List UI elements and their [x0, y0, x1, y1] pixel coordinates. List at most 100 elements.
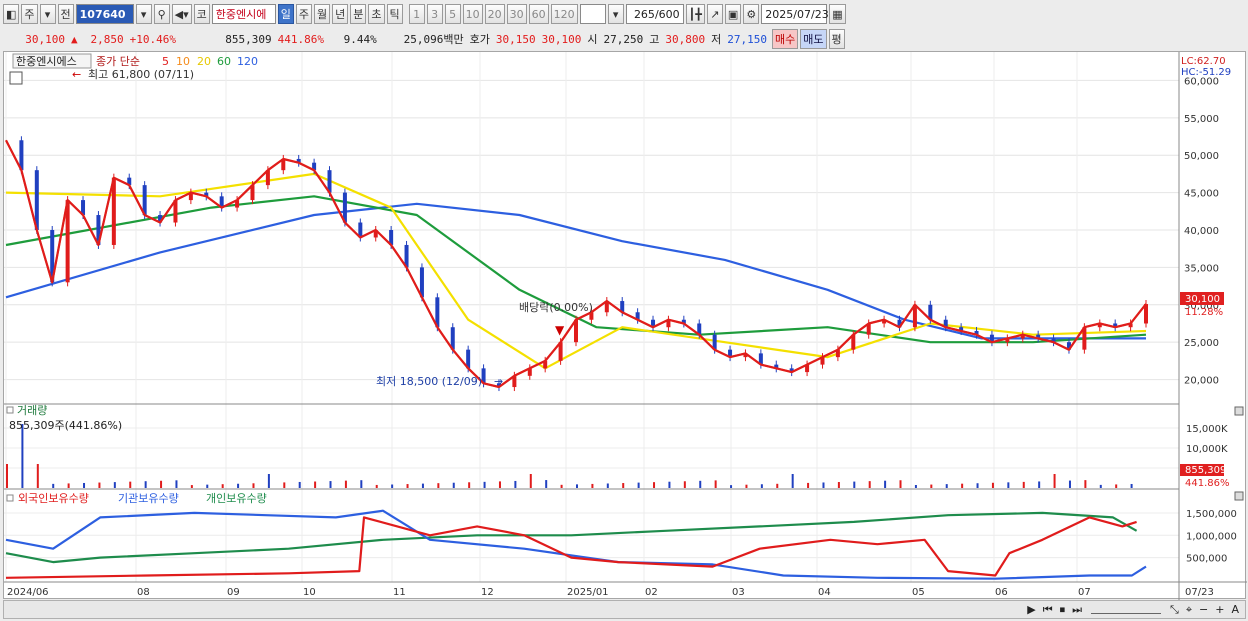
- interval-10[interactable]: 10: [462, 4, 483, 24]
- date-input[interactable]: 2025/07/23: [761, 4, 829, 24]
- holdings-panel: [5, 509, 1147, 580]
- chart-type-icon[interactable]: ◧: [3, 4, 20, 24]
- volume-value: 855,309: [225, 32, 272, 46]
- chart-area[interactable]: 60,000 55,000 50,000 45,000 40,000 35,000 30,0…: [3, 51, 1247, 600]
- calendar-icon[interactable]: ▦: [829, 4, 846, 24]
- period-label: 주: [24, 8, 35, 21]
- volume-bar: [1053, 474, 1056, 488]
- ma60-legend: 60: [217, 55, 231, 68]
- x-axis-labels: 2024/06 08 09 10 11 12 2025/01 02 03 04 05 06 07 07/2…: [7, 587, 1214, 598]
- tab-year[interactable]: 년: [332, 4, 349, 24]
- speaker-icon[interactable]: ◀▾: [171, 4, 192, 24]
- volume-panel-icon[interactable]: [6, 406, 14, 414]
- interval-20[interactable]: 20: [484, 4, 505, 24]
- stock-name-field[interactable]: 한중엔시에: [211, 4, 276, 24]
- tab-second[interactable]: 초: [368, 4, 385, 24]
- table-toggle-icon[interactable]: [9, 71, 23, 85]
- period-select[interactable]: 주: [21, 4, 38, 24]
- auto-scale-icon[interactable]: A: [1229, 603, 1241, 616]
- save-icon[interactable]: ▣: [724, 4, 742, 24]
- volume-bar: [791, 474, 794, 488]
- volume-bar: [730, 485, 733, 488]
- volume-bar: [498, 481, 501, 488]
- high-note: 최고 61,800 (07/11): [88, 68, 194, 81]
- count-field[interactable]: 265/600: [625, 4, 684, 24]
- chart-title: 한중엔시에스: [16, 55, 77, 68]
- search-icon[interactable]: ⚲: [153, 4, 170, 24]
- volume-bar: [360, 480, 363, 488]
- tab-day[interactable]: 일: [277, 4, 294, 24]
- period-tick-label: 틱: [389, 8, 400, 21]
- interval-30[interactable]: 30: [506, 4, 527, 24]
- volume-bar: [545, 480, 548, 488]
- ruler-icon[interactable]: ⌖: [1184, 603, 1194, 617]
- volume-bar: [160, 480, 163, 488]
- prefix-label: 코: [196, 8, 207, 21]
- avg-button[interactable]: 평: [828, 29, 845, 49]
- volume-bar: [529, 474, 532, 488]
- chart-svg[interactable]: 60,00055,00050,00045,00040,00035,00030,0…: [4, 52, 1247, 600]
- stock-name-prefix: 코: [193, 4, 210, 24]
- interval-label: 20: [487, 7, 502, 21]
- zoom-out-icon[interactable]: −: [1197, 603, 1210, 616]
- draw-icon[interactable]: ↗: [706, 4, 723, 24]
- code-dropdown-icon[interactable]: ▾: [135, 4, 152, 24]
- holdings-panel-close-icon[interactable]: [1234, 491, 1244, 501]
- volume-bar: [868, 481, 871, 488]
- gear-icon[interactable]: ⚙: [743, 4, 760, 24]
- open-price: 27,250: [603, 32, 644, 46]
- volume-bar: [714, 480, 717, 488]
- tab-minute[interactable]: 분: [350, 4, 367, 24]
- holdings-panel-icon[interactable]: [6, 494, 14, 502]
- ma5-legend: 5: [162, 55, 169, 68]
- y-tick-label: 20,000: [1184, 376, 1219, 387]
- stop-icon[interactable]: ⏹: [1058, 603, 1068, 617]
- play-icon[interactable]: ▶: [1025, 603, 1037, 616]
- interval-label: 10: [465, 7, 480, 21]
- volume-bar: [576, 484, 578, 488]
- last-icon[interactable]: ⏭: [1070, 603, 1084, 617]
- individual-legend: 개인보유수량: [206, 492, 267, 505]
- volume-bar: [822, 482, 825, 488]
- interval-120[interactable]: 120: [550, 4, 578, 24]
- interval-dropdown-icon[interactable]: ▾: [607, 4, 624, 24]
- first-icon[interactable]: ⏮: [1041, 603, 1055, 617]
- volume-bar: [298, 481, 301, 488]
- interval-label: 120: [553, 7, 575, 21]
- volume-bar: [83, 482, 86, 488]
- volume-bar: [991, 482, 994, 488]
- dropdown-icon[interactable]: ▾: [39, 4, 56, 24]
- interval-input[interactable]: [579, 4, 606, 24]
- zoom-in-icon[interactable]: +: [1213, 603, 1226, 616]
- prev-label: 전: [60, 8, 71, 21]
- interval-5[interactable]: 5: [444, 4, 461, 24]
- buy-button[interactable]: 매수: [772, 29, 799, 49]
- prev-button[interactable]: 전: [57, 4, 74, 24]
- interval-1[interactable]: 1: [408, 4, 425, 24]
- candle-icon[interactable]: ┃╋: [685, 4, 705, 24]
- stock-code-input[interactable]: 107640: [75, 4, 134, 24]
- volume-bar: [961, 483, 964, 488]
- volume-bar: [391, 484, 394, 488]
- tab-month[interactable]: 월: [314, 4, 331, 24]
- tab-tick[interactable]: 틱: [386, 4, 403, 24]
- volume-bar: [760, 484, 763, 488]
- volume-bar: [252, 483, 255, 488]
- tab-week[interactable]: 주: [295, 4, 313, 24]
- x-tick-label: 11: [393, 587, 406, 598]
- volume-bar: [853, 481, 856, 488]
- y-tick-label: 50,000: [1184, 151, 1219, 162]
- volume-panel-close-icon[interactable]: [1234, 406, 1244, 416]
- crosshair-icon[interactable]: ⤡: [1168, 603, 1181, 617]
- interval-60[interactable]: 60: [528, 4, 549, 24]
- volume-panel: [6, 424, 1133, 488]
- period-month-label: 월: [317, 8, 328, 21]
- sell-button[interactable]: 매도: [800, 29, 827, 49]
- ma10-legend: 10: [176, 55, 190, 68]
- volume-bar: [653, 482, 656, 488]
- count-total: /600: [654, 7, 680, 21]
- x-tick-label: 02: [645, 587, 658, 598]
- volume-bar: [776, 483, 779, 488]
- interval-3[interactable]: 3: [426, 4, 443, 24]
- zoom-slider[interactable]: [1091, 606, 1162, 614]
